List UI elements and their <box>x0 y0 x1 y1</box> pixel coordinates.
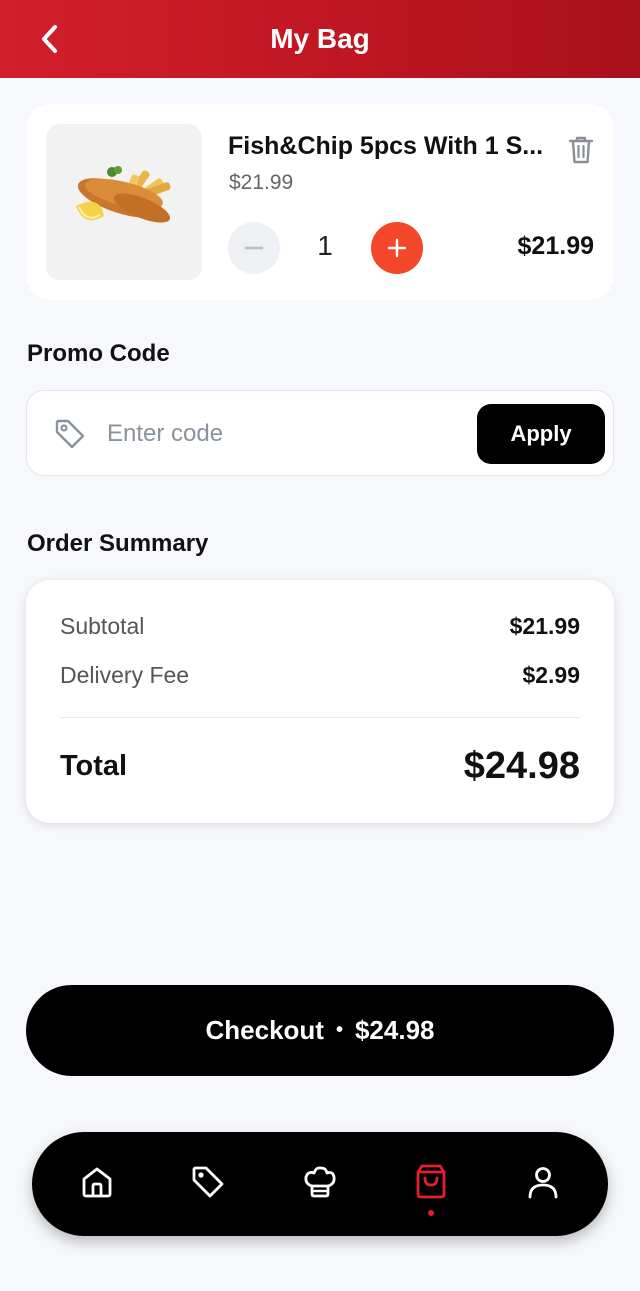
promo-code-input[interactable] <box>107 411 467 457</box>
summary-divider <box>60 717 580 718</box>
quantity-value: 1 <box>317 230 333 261</box>
minus-icon <box>244 246 264 250</box>
user-icon <box>528 1167 558 1199</box>
home-icon <box>82 1167 112 1198</box>
shopping-bag-icon <box>416 1164 446 1199</box>
tag-icon <box>192 1166 224 1198</box>
bottom-tab-bar <box>32 1132 608 1236</box>
subtotal-value: $21.99 <box>509 613 580 639</box>
checkout-button[interactable]: Checkout • $24.98 <box>26 985 614 1076</box>
trash-icon <box>568 136 594 164</box>
decrease-quantity-button[interactable] <box>228 222 280 274</box>
cart-item-card: Fish&Chip 5pcs With 1 S... $21.99 1 $21.… <box>26 104 614 300</box>
item-line-total: $21.99 <box>517 232 594 260</box>
apply-promo-button[interactable]: Apply <box>477 404 605 464</box>
tab-offers[interactable] <box>188 1162 228 1202</box>
checkout-separator: • <box>335 1019 343 1041</box>
order-summary-heading: Order Summary <box>27 530 209 557</box>
total-value: $24.98 <box>463 745 580 787</box>
delivery-fee-row: Delivery Fee $2.99 <box>60 662 580 689</box>
chef-hat-icon <box>304 1166 336 1198</box>
item-unit-price: $21.99 <box>229 171 294 194</box>
total-label: Total <box>60 750 128 782</box>
tag-icon <box>53 417 87 451</box>
back-button[interactable] <box>30 19 70 59</box>
promo-code-heading: Promo Code <box>27 340 170 367</box>
order-summary-card: Subtotal $21.99 Delivery Fee $2.99 Total… <box>26 580 614 823</box>
product-image[interactable] <box>46 124 202 280</box>
chevron-left-icon <box>42 25 57 53</box>
checkout-label: Checkout <box>205 1015 324 1045</box>
total-row: Total $24.98 <box>60 745 580 788</box>
delete-item-button[interactable] <box>566 134 596 166</box>
delivery-fee-value: $2.99 <box>522 662 580 688</box>
promo-code-field: Apply <box>26 390 614 476</box>
page-title: My Bag <box>270 23 370 54</box>
item-name[interactable]: Fish&Chip 5pcs With 1 S... <box>228 132 558 161</box>
delivery-fee-label: Delivery Fee <box>60 662 190 688</box>
subtotal-label: Subtotal <box>60 613 145 639</box>
app-header: My Bag <box>0 0 640 78</box>
plus-icon <box>387 238 407 258</box>
tab-home[interactable] <box>77 1162 117 1202</box>
checkout-amount: $24.98 <box>354 1015 435 1045</box>
tab-bag[interactable] <box>411 1162 451 1202</box>
tab-menu[interactable] <box>300 1162 340 1202</box>
increase-quantity-button[interactable] <box>371 222 423 274</box>
active-tab-indicator <box>428 1210 434 1216</box>
tab-profile[interactable] <box>523 1162 563 1202</box>
subtotal-row: Subtotal $21.99 <box>60 613 580 640</box>
fish-and-chips-photo <box>46 124 202 280</box>
